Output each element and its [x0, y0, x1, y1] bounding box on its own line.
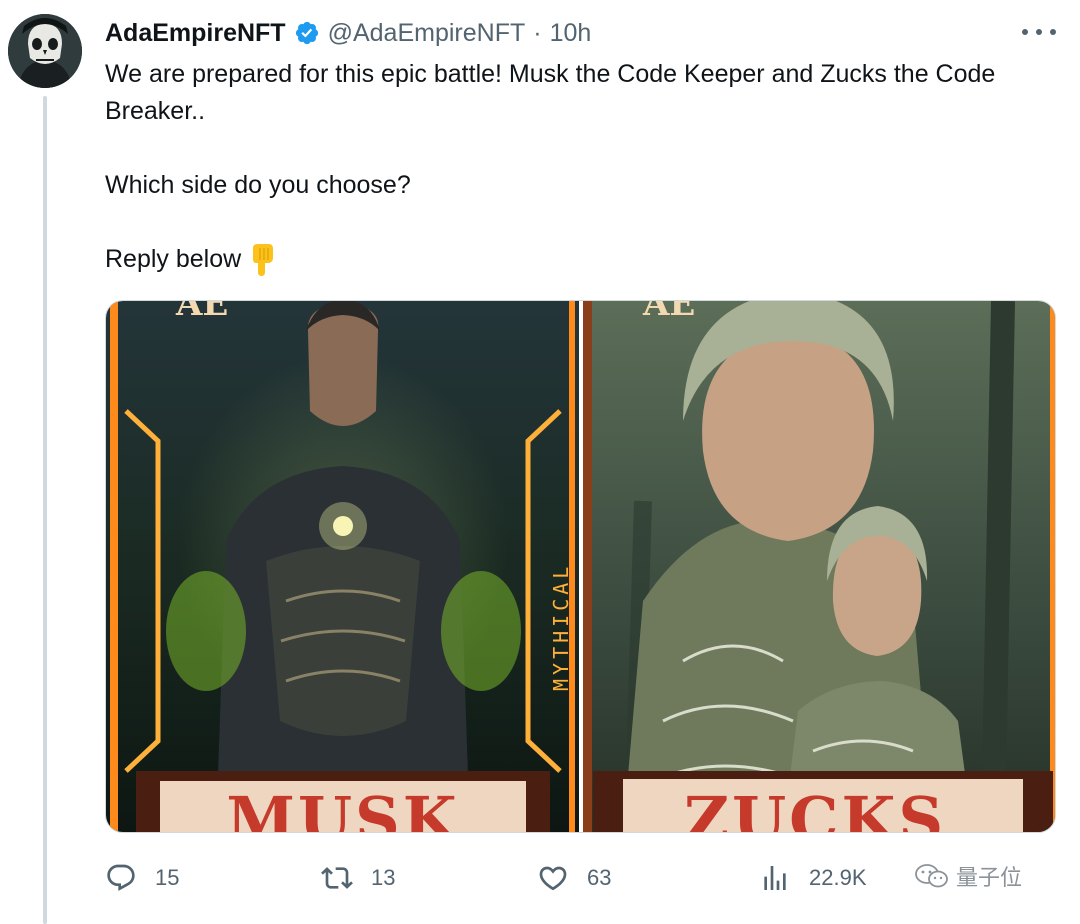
retweet-icon	[321, 867, 353, 889]
verified-badge-icon	[294, 20, 320, 46]
zucks-card-image[interactable]: AE ZUCKS	[582, 301, 1055, 832]
tweet-text: We are prepared for this epic battle! Mu…	[105, 56, 1065, 278]
thread-line	[43, 96, 47, 924]
musk-card-art: AE MYTHICAL MUSK	[106, 301, 579, 832]
heart-icon	[539, 866, 567, 891]
tweet-timestamp[interactable]: 10h	[550, 19, 592, 48]
zucks-card-art: AE ZUCKS	[582, 301, 1055, 832]
card-top-label: AE	[175, 301, 228, 324]
separator-dot: ·	[533, 18, 542, 47]
tweet-line: We are prepared for this epic battle! Mu…	[105, 60, 996, 125]
retweet-count: 13	[371, 865, 396, 890]
tweet-line-text: Reply below	[105, 245, 242, 273]
watermark-text: 量子位	[956, 866, 1023, 891]
tweet-header: AdaEmpireNFT @AdaEmpireNFT · 10h	[105, 16, 591, 50]
wechat-logo-icon	[915, 864, 948, 888]
card-nameplate: MUSK	[226, 783, 459, 832]
retweet-button[interactable]: 13	[321, 856, 395, 900]
reply-button[interactable]: 15	[105, 856, 179, 900]
card-nameplate: ZUCKS	[683, 783, 945, 832]
tweet-line: Which side do you choose?	[105, 171, 411, 199]
watermark: 量子位	[914, 860, 1022, 892]
display-name[interactable]: AdaEmpireNFT	[105, 19, 286, 48]
reply-icon	[107, 864, 135, 891]
tweet-media[interactable]: AE MYTHICAL MUSK AE ZUCKS	[105, 300, 1056, 833]
user-handle[interactable]: @AdaEmpireNFT	[328, 19, 526, 48]
more-options-icon[interactable]	[1022, 22, 1056, 42]
card-rarity-label: MYTHICAL	[549, 563, 573, 691]
views-count: 22.9K	[809, 865, 867, 890]
reply-count: 15	[155, 865, 180, 890]
tweet-line: Reply below	[105, 241, 1065, 278]
views-chart-icon	[764, 866, 786, 890]
like-count: 63	[587, 865, 612, 890]
views-button[interactable]: 22.9K	[759, 856, 867, 900]
pointing-down-hand-icon	[247, 244, 277, 277]
card-top-label: AE	[642, 301, 695, 324]
musk-card-image[interactable]: AE MYTHICAL MUSK	[106, 301, 579, 832]
skull-mask-avatar-icon	[8, 14, 82, 88]
like-button[interactable]: 63	[537, 856, 611, 900]
avatar[interactable]	[8, 14, 82, 88]
